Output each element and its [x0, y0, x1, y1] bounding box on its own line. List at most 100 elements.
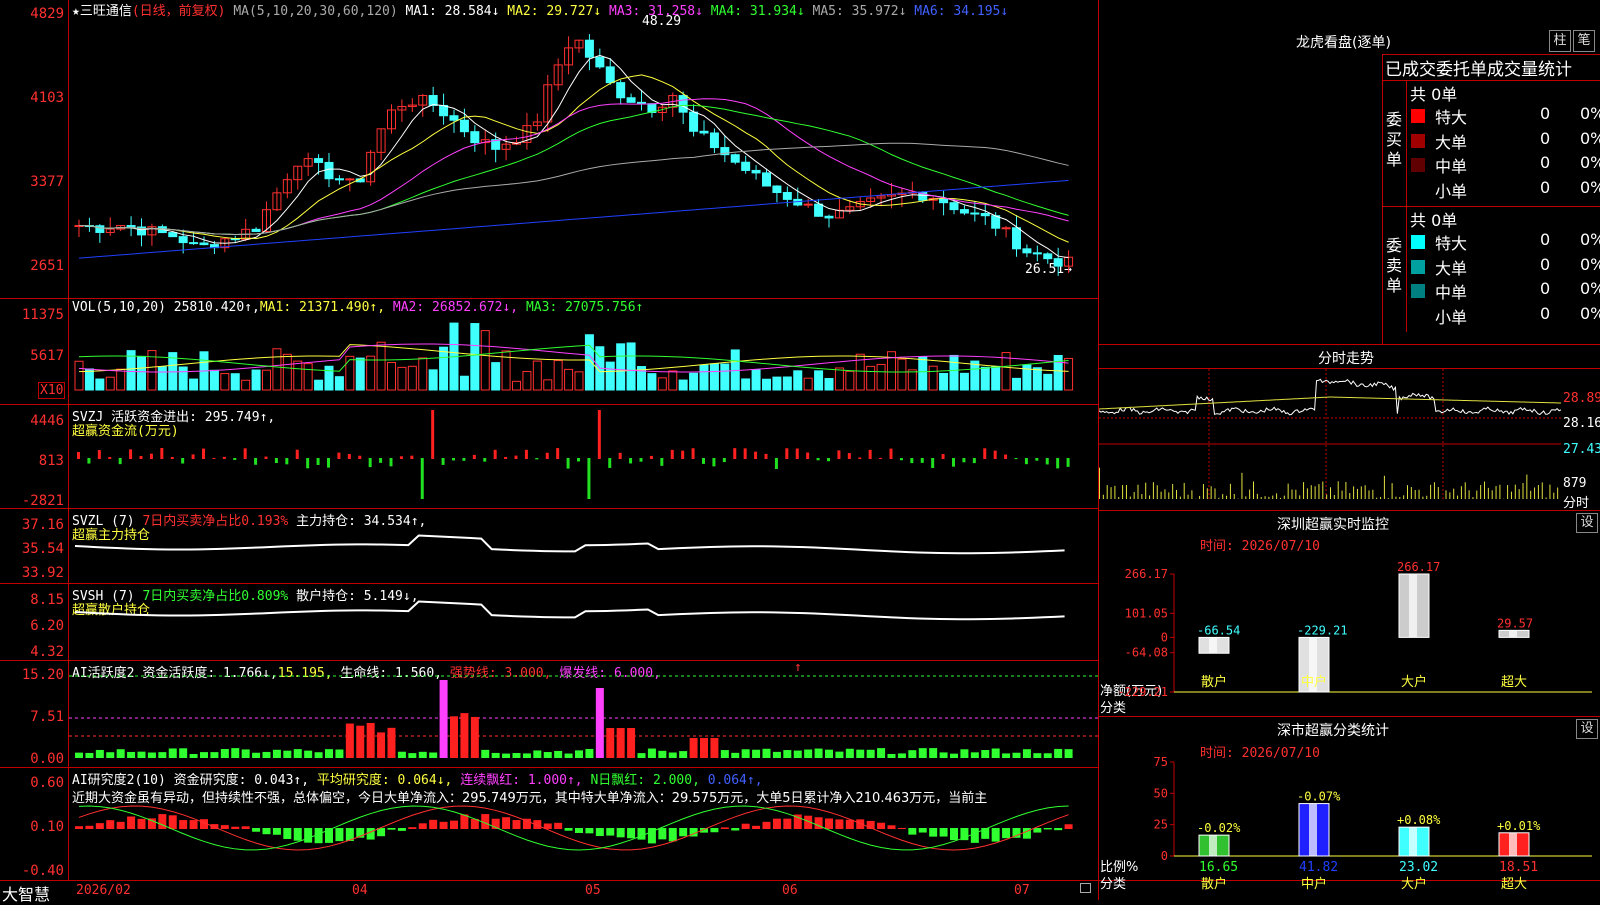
candle-body [700, 131, 708, 133]
intraday-vol-bar [1176, 490, 1177, 499]
candle-body [690, 112, 698, 131]
vol-ma1: MA1: 21371.490↑, [260, 300, 385, 315]
candle-body [981, 214, 989, 216]
svzj-chart[interactable] [69, 410, 1098, 508]
bar-highlight [1409, 574, 1417, 637]
research-bar [929, 828, 937, 837]
volume-bar [898, 359, 906, 390]
intraday-ytick: 28.16 [1563, 416, 1600, 431]
research-bar [408, 827, 416, 829]
bar-highlight [1509, 630, 1517, 637]
sell-row-pct: 0% [1580, 230, 1600, 249]
intraday-vol-bar [1461, 486, 1462, 499]
fund-flow-bar [744, 448, 747, 459]
candle-body [169, 233, 177, 237]
research-bar [75, 826, 83, 829]
sell-row-qty: 0 [1540, 279, 1550, 298]
sz-monitor-settings-button[interactable]: 设 [1576, 513, 1598, 533]
research-bar [294, 828, 302, 841]
activity-bar [669, 753, 677, 758]
vol-ytick: 11375 [2, 307, 64, 323]
candlestick-chart[interactable] [69, 18, 1098, 298]
candle-body [335, 179, 343, 180]
candle-body [638, 102, 646, 103]
research-bar [1033, 828, 1041, 833]
period-label[interactable]: (日线，前复权) [132, 4, 226, 19]
sell-color-swatch [1411, 260, 1425, 274]
kline-ytick: 4829 [2, 6, 64, 22]
volume-bar [669, 371, 677, 390]
candle-body [960, 210, 968, 213]
volume-bar [346, 356, 354, 390]
volume-bar [481, 331, 489, 390]
stock-name[interactable]: 三旺通信 [80, 4, 132, 19]
divider [0, 660, 1098, 661]
fund-flow-bar [98, 450, 101, 459]
sz-monitor-title: 深圳超赢实时监控 [1277, 514, 1389, 534]
intraday-vol-bar [1118, 497, 1119, 499]
buy-row-qty: 0 [1540, 104, 1550, 123]
fund-flow-bar [452, 458, 455, 460]
research-bar [117, 822, 125, 829]
candle-body [440, 105, 448, 115]
fund-flow-bar [233, 458, 236, 460]
research-bar [304, 828, 312, 843]
holding-line [75, 536, 1065, 554]
fund-flow-bar [379, 458, 382, 463]
candle-body [346, 179, 354, 180]
intraday-vol-bar [1488, 488, 1489, 499]
divider [1406, 80, 1407, 332]
bar-value-label: -0.02% [1197, 821, 1241, 835]
vol-unit-badge[interactable]: X10 [38, 382, 65, 399]
divider [0, 583, 1098, 584]
fund-flow-bar [629, 458, 632, 463]
star-icon: ★ [72, 4, 80, 19]
intraday-vol-bar [1546, 497, 1547, 499]
fund-flow-bar [900, 458, 903, 460]
fund-flow-bar [869, 450, 872, 459]
research-bar [825, 818, 833, 829]
bar-highlight [1209, 637, 1217, 653]
buy-color-swatch [1411, 134, 1425, 148]
svsh-chart[interactable] [69, 600, 1098, 660]
chart-tick-label: -229.21 [1117, 685, 1168, 699]
bar-mode-button[interactable]: 柱 [1549, 30, 1571, 52]
ai-active-chart[interactable] [69, 672, 1098, 766]
candle-body [752, 170, 760, 172]
sz-class-chart[interactable]: 7550250-0.02%散户-0.07%中户+0.08%大户+0.01%超大1… [1099, 756, 1600, 900]
svzl-chart[interactable] [69, 526, 1098, 582]
bar-highlight [1409, 827, 1417, 856]
category-label: 超大 [1501, 675, 1527, 690]
lhb-header: 已成交委托单成交量统计 [1385, 55, 1600, 80]
volume-bar [460, 376, 468, 390]
fund-flow-bar [212, 458, 215, 459]
sz-monitor-chart[interactable]: 266.17101.050-64.08-229.21-66.54散户-229.2… [1099, 550, 1600, 716]
sell-row-name: 特大 [1435, 230, 1467, 254]
research-bar [783, 819, 791, 829]
intraday-vol-bar [1345, 482, 1346, 499]
ma6-value: MA6: 34.195↓ [914, 4, 1008, 19]
fund-flow-bar [254, 458, 257, 465]
volume-bar [75, 361, 83, 390]
tick-mode-button[interactable]: 笔 [1573, 30, 1595, 52]
volume-chart[interactable] [69, 316, 1098, 400]
intraday-avg-line [1099, 397, 1561, 409]
volume-bar [419, 358, 427, 390]
activity-bar [867, 750, 875, 758]
activity-bar [898, 753, 906, 758]
ai-research-chart[interactable] [69, 800, 1098, 878]
buy-row-name: 小单 [1435, 178, 1467, 202]
intraday-vol-bar [1499, 485, 1500, 499]
candle-body [763, 173, 771, 186]
lock-icon[interactable] [1080, 883, 1091, 893]
intraday-vol-bar [1438, 487, 1439, 499]
fund-flow-bar [265, 457, 268, 459]
candle-body [252, 229, 260, 231]
category-label: 超大 [1501, 877, 1527, 892]
activity-bar [794, 751, 802, 758]
sz-class-settings-button[interactable]: 设 [1576, 719, 1598, 739]
ai-research-header: AI研究度2(10) 资金研究度: 0.043↑, 平均研究度: 0.064↓,… [72, 769, 763, 788]
intraday-chart[interactable] [1099, 369, 1561, 509]
intraday-vol-bar [1507, 485, 1508, 499]
activity-bar [960, 749, 968, 758]
